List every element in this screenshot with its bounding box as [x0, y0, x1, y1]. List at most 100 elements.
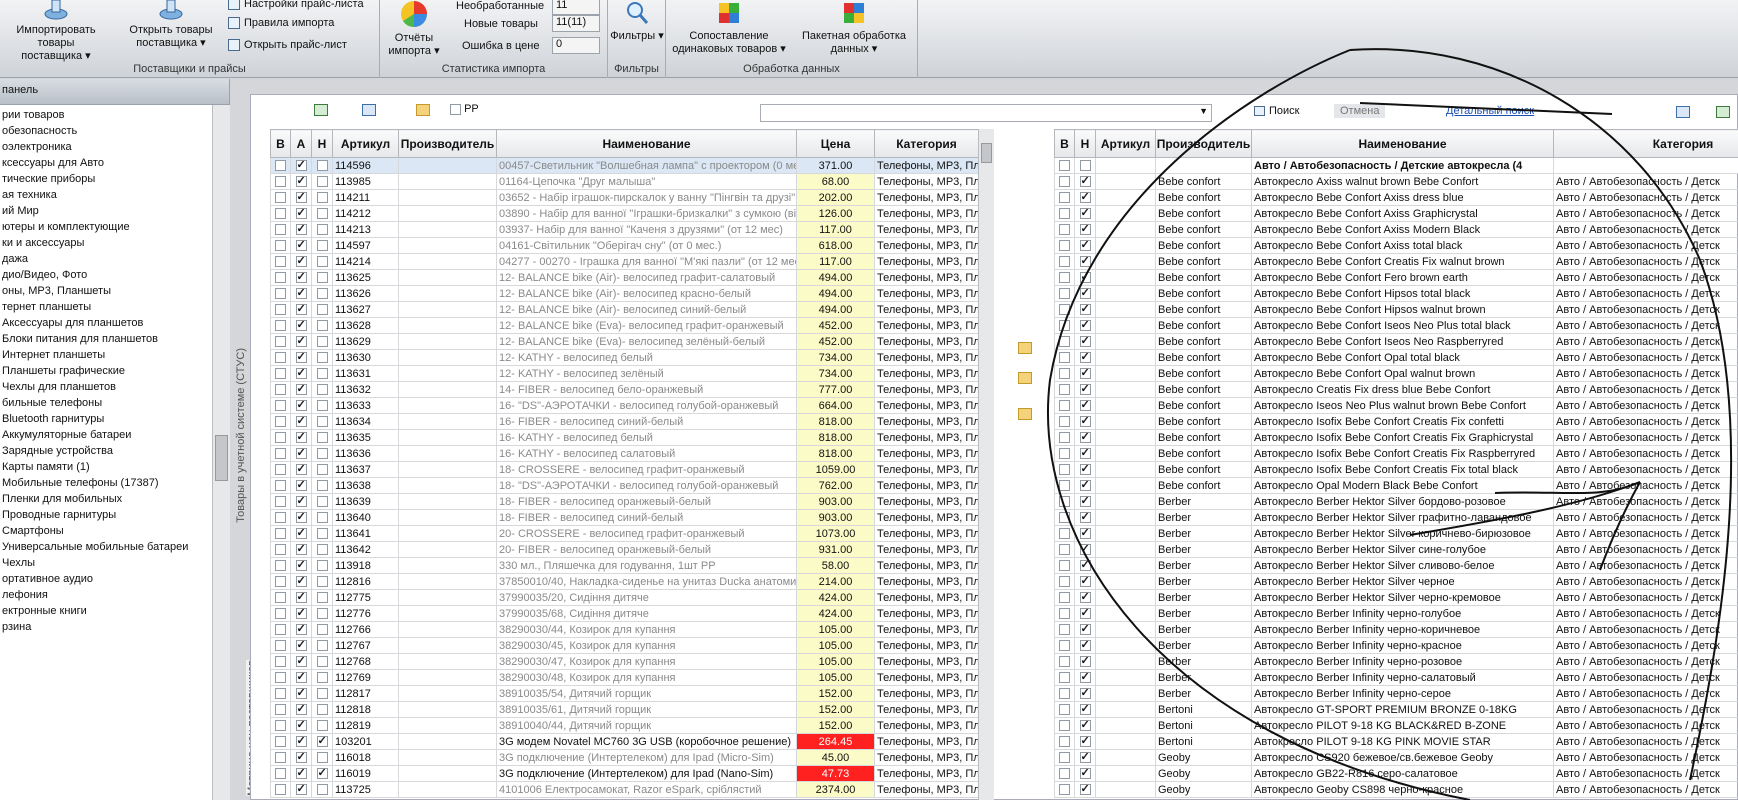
row-checkbox[interactable]: [316, 304, 328, 316]
row-checkbox[interactable]: [316, 464, 328, 476]
tree-item[interactable]: Блоки питания для планшетов: [0, 331, 229, 347]
row-checkbox[interactable]: [1079, 351, 1091, 364]
row-checkbox[interactable]: [275, 352, 286, 364]
table-row[interactable]: 113626 12- BALANCE bike (Air)- велосипед …: [270, 285, 978, 302]
checkbox-cell[interactable]: [1074, 301, 1096, 318]
checkbox-cell[interactable]: [1054, 205, 1075, 222]
checkbox-cell[interactable]: [290, 589, 312, 606]
checkbox-cell[interactable]: [311, 173, 333, 190]
row-checkbox[interactable]: [1079, 479, 1091, 492]
table-row[interactable]: 113631 12- KATHY - велосипед зелёный734.0…: [270, 365, 978, 382]
checkbox-cell[interactable]: [290, 269, 312, 286]
table-row[interactable]: BerberАвтокресло Berber Infinity черно-с…: [1054, 669, 1738, 686]
checkbox-cell[interactable]: [1074, 637, 1096, 654]
checkbox-cell[interactable]: [311, 749, 333, 766]
chevron-down-icon[interactable]: ▼: [1199, 106, 1208, 116]
checkbox-cell[interactable]: [1074, 429, 1096, 446]
row-checkbox[interactable]: [1079, 223, 1091, 236]
checkbox-cell[interactable]: [1074, 397, 1096, 414]
table-row[interactable]: Bebe confortАвтокресло Bebe Confort Hips…: [1054, 285, 1738, 302]
row-checkbox[interactable]: [1079, 687, 1091, 700]
table-row[interactable]: BerberАвтокресло Berber Infinity черно-р…: [1054, 653, 1738, 670]
row-checkbox[interactable]: [275, 304, 286, 316]
checkbox-cell[interactable]: [290, 637, 312, 654]
checkbox-cell[interactable]: [270, 429, 291, 446]
table-row[interactable]: 112776 37990035/68, Сидіння дитяче424.00Т…: [270, 605, 978, 622]
checkbox-cell[interactable]: [290, 541, 312, 558]
move-folder-icon-3[interactable]: [1018, 408, 1032, 420]
checkbox-cell[interactable]: [290, 333, 312, 350]
row-checkbox[interactable]: [316, 624, 328, 636]
checkbox-cell[interactable]: [290, 669, 312, 686]
tree-item[interactable]: ксессуары для Авто: [0, 155, 229, 171]
row-checkbox[interactable]: [316, 688, 328, 700]
checkbox-cell[interactable]: [290, 765, 312, 782]
tree-item[interactable]: Универсальные мобильные батареи: [0, 539, 229, 555]
row-checkbox[interactable]: [316, 656, 328, 668]
row-checkbox[interactable]: [295, 175, 307, 188]
row-checkbox[interactable]: [275, 368, 286, 380]
checkbox-cell[interactable]: [311, 461, 333, 478]
row-checkbox[interactable]: [316, 672, 328, 684]
checkbox-cell[interactable]: [290, 317, 312, 334]
row-checkbox[interactable]: [275, 720, 286, 732]
checkbox-cell[interactable]: [290, 621, 312, 638]
checkbox-cell[interactable]: [311, 269, 333, 286]
row-checkbox[interactable]: [275, 416, 286, 428]
checkbox-cell[interactable]: [1074, 749, 1096, 766]
row-checkbox[interactable]: [275, 464, 286, 476]
row-checkbox[interactable]: [1059, 608, 1070, 620]
open-price-list-button[interactable]: Открыть прайс-лист: [228, 39, 347, 51]
row-checkbox[interactable]: [275, 240, 286, 252]
table-row[interactable]: Bebe confortАвтокресло Isofix Bebe Confo…: [1054, 429, 1738, 446]
checkbox-cell[interactable]: [1074, 349, 1096, 366]
checkbox-cell[interactable]: [270, 621, 291, 638]
row-checkbox[interactable]: [295, 255, 307, 268]
checkbox-cell[interactable]: [311, 541, 333, 558]
row-checkbox[interactable]: [1059, 592, 1070, 604]
checkbox-cell[interactable]: [1074, 445, 1096, 462]
table-row[interactable]: Bebe confortАвтокресло Axiss walnut brow…: [1054, 173, 1738, 190]
checkbox-cell[interactable]: [270, 365, 291, 382]
row-checkbox[interactable]: [1079, 559, 1091, 572]
tree-item[interactable]: ектронные книги: [0, 603, 229, 619]
row-checkbox[interactable]: [1059, 160, 1070, 172]
checkbox-cell[interactable]: [311, 397, 333, 414]
row-checkbox[interactable]: [1079, 431, 1091, 444]
row-checkbox[interactable]: [275, 432, 286, 444]
column-header[interactable]: Категория: [874, 129, 978, 158]
checkbox-cell[interactable]: [290, 365, 312, 382]
checkbox-cell[interactable]: [290, 477, 312, 494]
checkbox-cell[interactable]: [1074, 269, 1096, 286]
checkbox-cell[interactable]: [1074, 605, 1096, 622]
checkbox-cell[interactable]: [1074, 781, 1096, 798]
table-row[interactable]: 112767 38290030/45, Козирок для купання10…: [270, 637, 978, 654]
refresh-icon-right[interactable]: [1676, 106, 1690, 118]
tree-item[interactable]: ий Мир: [0, 203, 229, 219]
checkbox-cell[interactable]: [270, 445, 291, 462]
tree-item[interactable]: обезопасность: [0, 123, 229, 139]
row-checkbox[interactable]: [1079, 671, 1091, 684]
table-row[interactable]: 113627 12- BALANCE bike (Air)- велосипед …: [270, 301, 978, 318]
table-row[interactable]: BerberАвтокресло Berber Infinity черно-г…: [1054, 605, 1738, 622]
table-row[interactable]: Bebe confortАвтокресло Isofix Bebe Confo…: [1054, 413, 1738, 430]
unprocessed-value[interactable]: 11: [552, 0, 600, 15]
checkbox-cell[interactable]: [290, 717, 312, 734]
row-checkbox[interactable]: [1079, 319, 1091, 332]
column-header[interactable]: В: [1054, 129, 1075, 158]
row-checkbox[interactable]: [316, 752, 328, 764]
checkbox-cell[interactable]: [311, 317, 333, 334]
checkbox-cell[interactable]: [1054, 717, 1075, 734]
row-checkbox[interactable]: [295, 303, 307, 316]
table-row[interactable]: 112816 37850010/40, Накладка-сиденье на у…: [270, 573, 978, 590]
tree-item[interactable]: тические приборы: [0, 171, 229, 187]
checkbox-cell[interactable]: [311, 685, 333, 702]
row-checkbox[interactable]: [1079, 623, 1091, 636]
checkbox-cell[interactable]: [311, 333, 333, 350]
row-checkbox[interactable]: [1059, 512, 1070, 524]
row-checkbox[interactable]: [316, 704, 328, 716]
row-checkbox[interactable]: [316, 735, 328, 748]
filters-button[interactable]: Фильтры ▾: [610, 0, 664, 43]
row-checkbox[interactable]: [295, 719, 307, 732]
table-row[interactable]: BerberАвтокресло Berber Hektor Silver бо…: [1054, 493, 1738, 510]
